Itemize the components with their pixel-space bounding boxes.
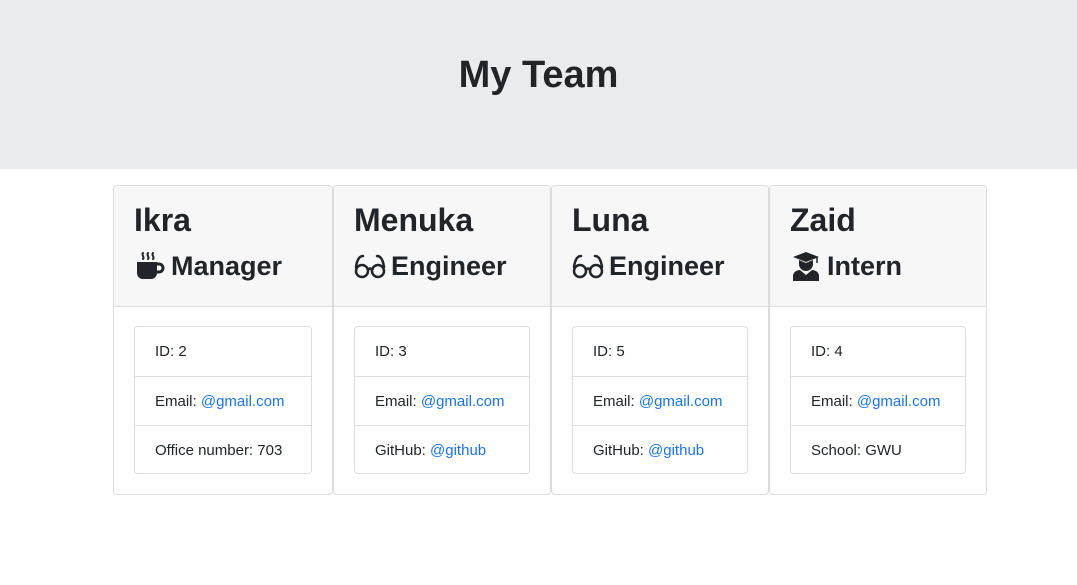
github-label: GitHub: [375,441,426,459]
id-value: 4 [834,343,843,360]
role-label: Engineer [391,251,507,281]
list-item-github: GitHub: @github [573,425,747,474]
github-link[interactable]: @github [430,442,486,459]
employee-name: Menuka [354,202,474,238]
list-item-email: Email: @gmail.com [135,376,311,425]
employee-card: Ikra Manager ID: 2 Email: @gmail.com Off… [113,185,333,495]
office-number-label: Office number: [155,441,254,459]
list-item-school: School: GWU [791,425,965,474]
employee-details: ID: 4 Email: @gmail.com School: GWU [790,326,966,474]
card-header: Zaid Intern [770,186,986,307]
email-link[interactable]: @gmail.com [857,393,941,410]
employee-card: Luna Engineer ID: 5 Email: @gmail.com Gi… [551,185,769,495]
email-label: Email: [593,392,635,410]
id-label: ID: [593,343,613,360]
role-label: Manager [171,251,283,281]
list-item-email: Email: @gmail.com [791,376,965,425]
employee-role: Manager [134,248,282,284]
email-label: Email: [155,392,197,410]
list-item-email: Email: @gmail.com [573,376,747,425]
employee-card: Zaid Intern ID: 4 Email: @gmail.com Scho… [769,185,987,495]
school-label: School: [811,441,862,459]
page-title: My Team [458,54,619,96]
graduate-icon [790,250,822,282]
employee-details: ID: 3 Email: @gmail.com GitHub: @github [354,326,530,474]
github-link[interactable]: @github [648,442,704,459]
employee-details: ID: 2 Email: @gmail.com Office number: 7… [134,326,312,474]
office-number-value: 703 [257,441,283,459]
id-value: 2 [178,343,187,360]
id-label: ID: [375,343,395,360]
team-cards: Ikra Manager ID: 2 Email: @gmail.com Off… [113,185,987,495]
employee-card: Menuka Engineer ID: 3 Email: @gmail.com … [333,185,551,495]
coffee-mug-icon [134,250,166,282]
school-value: GWU [865,441,902,459]
email-label: Email: [811,392,853,410]
email-link[interactable]: @gmail.com [421,393,505,410]
role-label: Engineer [609,251,725,281]
email-label: Email: [375,392,417,410]
list-item-id: ID: 3 [355,327,529,376]
list-item-office-number: Office number: 703 [135,425,311,474]
card-header: Luna Engineer [552,186,768,307]
list-item-github: GitHub: @github [355,425,529,474]
employee-name: Luna [572,202,649,238]
list-item-id: ID: 2 [135,327,311,376]
id-label: ID: [811,343,831,360]
employee-details: ID: 5 Email: @gmail.com GitHub: @github [572,326,748,474]
card-header: Menuka Engineer [334,186,550,307]
list-item-id: ID: 5 [573,327,747,376]
employee-name: Zaid [790,202,856,238]
employee-role: Engineer [354,248,507,284]
list-item-email: Email: @gmail.com [355,376,529,425]
glasses-icon [354,250,386,282]
page-header: My Team [0,0,1077,169]
id-value: 3 [398,343,407,360]
email-link[interactable]: @gmail.com [201,393,285,410]
id-value: 5 [616,343,625,360]
email-link[interactable]: @gmail.com [639,393,723,410]
id-label: ID: [155,343,175,360]
card-header: Ikra Manager [114,186,332,307]
glasses-icon [572,250,604,282]
list-item-id: ID: 4 [791,327,965,376]
github-label: GitHub: [593,441,644,459]
employee-name: Ikra [134,202,191,238]
employee-role: Engineer [572,248,725,284]
employee-role: Intern [790,248,902,284]
role-label: Intern [827,251,903,281]
